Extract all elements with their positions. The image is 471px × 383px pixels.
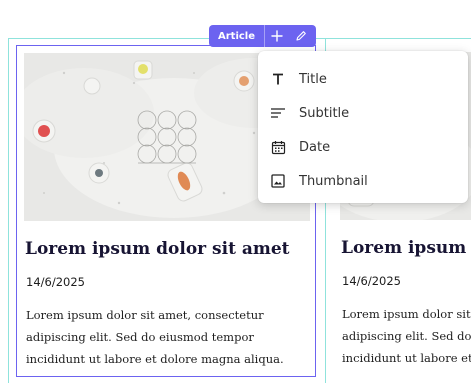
excerpt-line: adipiscing elit. Sed do eiusmod tempor	[26, 330, 254, 344]
menu-item-label: Date	[299, 139, 331, 155]
plus-icon[interactable]	[265, 25, 289, 47]
article-date: 14/6/2025	[342, 274, 401, 288]
article-title: Lorem ipsum d	[341, 238, 471, 258]
menu-item-thumbnail[interactable]: Thumbnail	[258, 164, 468, 198]
add-field-menu: Title Subtitle Date Thumbnail	[258, 51, 468, 203]
article-date: 14/6/2025	[26, 275, 85, 289]
excerpt-line: Lorem ipsum dolor sit a	[342, 307, 471, 321]
calendar-icon	[269, 138, 287, 156]
menu-item-title[interactable]: Title	[258, 62, 468, 96]
element-toolbar: Article	[209, 25, 316, 47]
excerpt-line: adipiscing elit. Sed do e	[342, 329, 471, 343]
pencil-icon[interactable]	[289, 25, 313, 47]
excerpt-line: incididunt ut labore et dolore magna ali…	[26, 352, 284, 366]
subtitle-icon	[269, 104, 287, 122]
article-excerpt: Lorem ipsum dolor sit amet, consectetur …	[26, 304, 306, 370]
article-excerpt: Lorem ipsum dolor sit a adipiscing elit.…	[342, 303, 471, 369]
menu-item-label: Thumbnail	[299, 173, 368, 189]
image-icon	[269, 172, 287, 190]
menu-item-label: Title	[299, 71, 327, 87]
menu-item-date[interactable]: Date	[258, 130, 468, 164]
excerpt-line: incididunt ut labore et d	[342, 351, 471, 365]
article-title: Lorem ipsum dolor sit amet	[25, 239, 290, 259]
menu-item-subtitle[interactable]: Subtitle	[258, 96, 468, 130]
title-icon	[269, 70, 287, 88]
excerpt-line: Lorem ipsum dolor sit amet, consectetur	[26, 308, 264, 322]
element-type-label[interactable]: Article	[209, 25, 266, 47]
menu-item-label: Subtitle	[299, 105, 350, 121]
